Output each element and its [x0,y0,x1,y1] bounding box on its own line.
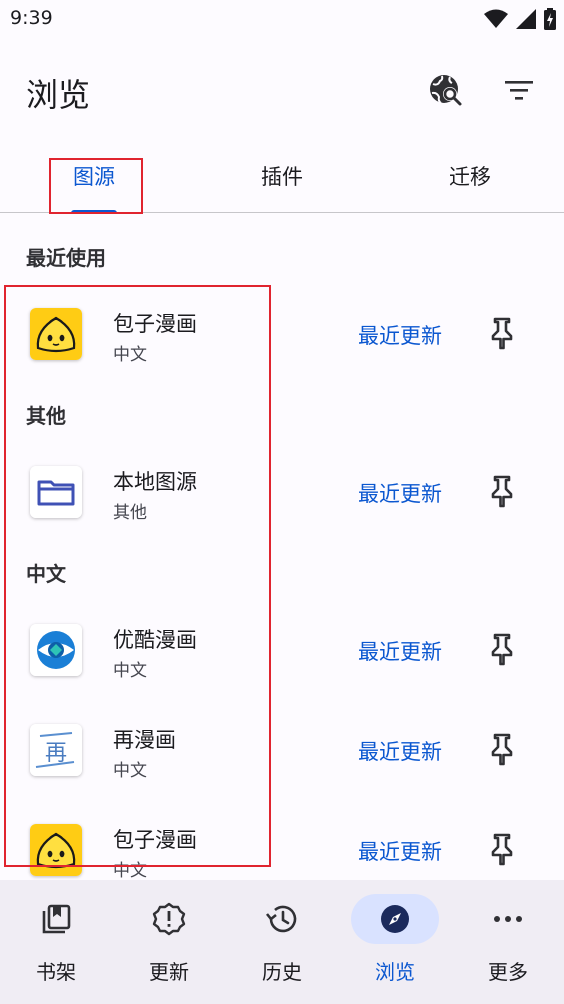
section-header-recent: 最近使用 [26,246,106,270]
wifi-icon [484,9,508,28]
pin-icon[interactable] [486,632,518,666]
status-bar: 9:39 [0,0,564,38]
nav-pill [12,894,100,944]
status-icons [484,8,556,30]
more-horizontal-icon [494,916,522,922]
nav-item-history[interactable]: 历史 [226,894,338,994]
nav-label: 浏览 [375,960,415,984]
tab-migrate[interactable]: 迁移 [376,150,564,212]
latest-updates-button[interactable]: 最近更新 [358,636,442,666]
filter-icon [505,81,533,100]
pin-icon[interactable] [486,832,518,866]
filter-button[interactable] [495,66,543,114]
nav-label: 更新 [149,960,189,984]
pin-icon[interactable] [486,316,518,350]
pin-icon[interactable] [486,474,518,508]
compass-icon [381,905,409,933]
tab-migrate-label: 迁移 [449,165,491,189]
highlight-box-source-list [4,285,271,867]
highlight-box-tab [49,158,143,214]
latest-updates-button[interactable]: 最近更新 [358,836,442,866]
page-title: 浏览 [26,76,91,114]
tab-extensions[interactable]: 插件 [188,150,376,212]
bookshelf-icon [42,904,71,934]
tab-extensions-label: 插件 [261,165,303,189]
globe-search-icon [430,75,462,106]
bottom-navigation: 书架 更新 历史 浏览 更多 [0,880,564,1004]
nav-pill [351,894,439,944]
update-alert-icon [152,902,186,936]
nav-label: 更多 [488,960,528,984]
pin-icon[interactable] [486,732,518,766]
nav-label: 历史 [262,960,302,984]
nav-pill [125,894,213,944]
battery-icon [544,8,556,30]
nav-item-updates[interactable]: 更新 [113,894,225,994]
nav-pill [464,894,552,944]
top-app-bar: 浏览 [0,52,564,128]
latest-updates-button[interactable]: 最近更新 [358,478,442,508]
nav-item-more[interactable]: 更多 [452,894,564,994]
signal-icon [516,9,536,29]
latest-updates-button[interactable]: 最近更新 [358,736,442,766]
nav-item-library[interactable]: 书架 [0,894,112,994]
nav-item-browse[interactable]: 浏览 [339,894,451,994]
nav-label: 书架 [36,960,76,984]
global-search-button[interactable] [422,66,470,114]
latest-updates-button[interactable]: 最近更新 [358,320,442,350]
status-time: 9:39 [10,7,53,29]
history-icon [265,905,297,933]
nav-pill [238,894,326,944]
